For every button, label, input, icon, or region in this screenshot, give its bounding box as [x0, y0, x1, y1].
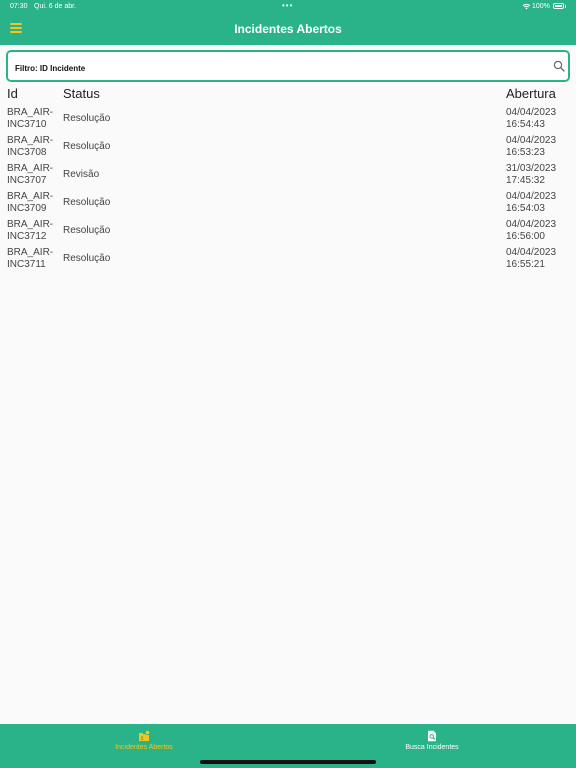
page-title: Incidentes Abertos: [234, 22, 342, 36]
incident-id: BRA_AIR-INC3708: [7, 135, 54, 158]
table-row[interactable]: BRA_AIR-INC3711 Resolução 04/04/2023 16:…: [0, 247, 576, 275]
opened-time: 17:45:32: [506, 175, 545, 186]
filter-input[interactable]: [13, 58, 537, 78]
open-incidents-icon: [139, 730, 150, 741]
opened-date: 04/04/2023: [506, 191, 557, 202]
incident-opened: 04/04/2023 16:56:00: [506, 219, 572, 243]
opened-time: 16:56:00: [506, 231, 545, 242]
incident-status: Resolução: [63, 141, 111, 152]
opened-time: 16:53:23: [506, 147, 545, 158]
home-indicator[interactable]: [200, 760, 376, 764]
wifi-icon: [522, 3, 531, 12]
column-header-abertura[interactable]: Abertura: [506, 86, 556, 101]
incident-status: Revisão: [63, 169, 100, 180]
opened-time: 16:54:03: [506, 203, 545, 214]
battery-percentage: 100%: [532, 3, 550, 10]
opened-time: 16:54:43: [506, 119, 545, 130]
opened-date: 04/04/2023: [506, 219, 557, 230]
incident-id: BRA_AIR-INC3709: [7, 191, 54, 214]
app-header: Incidentes Abertos: [0, 14, 576, 45]
incident-list: BRA_AIR-INC3710 Resolução 04/04/2023 16:…: [0, 107, 576, 275]
status-time: 07:30: [10, 3, 28, 10]
incident-opened: 04/04/2023 16:54:03: [506, 191, 572, 215]
multitasking-dots-icon[interactable]: •••: [282, 1, 293, 10]
status-date: Qui. 6 de abr.: [34, 3, 77, 10]
column-header-status[interactable]: Status: [63, 86, 100, 101]
incident-opened: 04/04/2023 16:53:23: [506, 135, 572, 159]
table-row[interactable]: BRA_AIR-INC3710 Resolução 04/04/2023 16:…: [0, 107, 576, 135]
table-row[interactable]: BRA_AIR-INC3709 Resolução 04/04/2023 16:…: [0, 191, 576, 219]
opened-date: 04/04/2023: [506, 135, 557, 146]
table-row[interactable]: BRA_AIR-INC3708 Resolução 04/04/2023 16:…: [0, 135, 576, 163]
opened-time: 16:55:21: [506, 259, 545, 270]
search-document-icon: [428, 730, 436, 742]
tab-search-incidents[interactable]: Busca Incidentes: [352, 724, 512, 760]
incident-status: Resolução: [63, 197, 111, 208]
tab-label: Incidentes Abertos: [115, 744, 173, 751]
tab-label: Busca Incidentes: [405, 744, 459, 751]
incident-opened: 04/04/2023 16:54:43: [506, 107, 572, 131]
incident-status: Resolução: [63, 225, 111, 236]
filter-box: [6, 50, 570, 82]
opened-date: 04/04/2023: [506, 107, 557, 118]
incident-id: BRA_AIR-INC3711: [7, 247, 54, 270]
status-bar: 07:30 Qui. 6 de abr. ••• 100%: [0, 0, 576, 14]
incident-id: BRA_AIR-INC3710: [7, 107, 54, 130]
incident-id: BRA_AIR-INC3707: [7, 163, 54, 186]
table-row[interactable]: BRA_AIR-INC3707 Revisão 31/03/2023 17:45…: [0, 163, 576, 191]
opened-date: 04/04/2023: [506, 247, 557, 258]
incident-opened: 31/03/2023 17:45:32: [506, 163, 572, 187]
incident-status: Resolução: [63, 113, 111, 124]
incident-opened: 04/04/2023 16:55:21: [506, 247, 572, 271]
table-row[interactable]: BRA_AIR-INC3712 Resolução 04/04/2023 16:…: [0, 219, 576, 247]
incident-status: Resolução: [63, 253, 111, 264]
incident-id: BRA_AIR-INC3712: [7, 219, 54, 242]
battery-tip: [565, 5, 566, 8]
table-header: Id Status Abertura: [0, 86, 576, 104]
column-header-id[interactable]: Id: [7, 86, 18, 101]
opened-date: 31/03/2023: [506, 163, 557, 174]
battery-icon: [553, 3, 564, 9]
search-icon[interactable]: [553, 60, 565, 72]
tab-open-incidents[interactable]: Incidentes Abertos: [64, 724, 224, 760]
